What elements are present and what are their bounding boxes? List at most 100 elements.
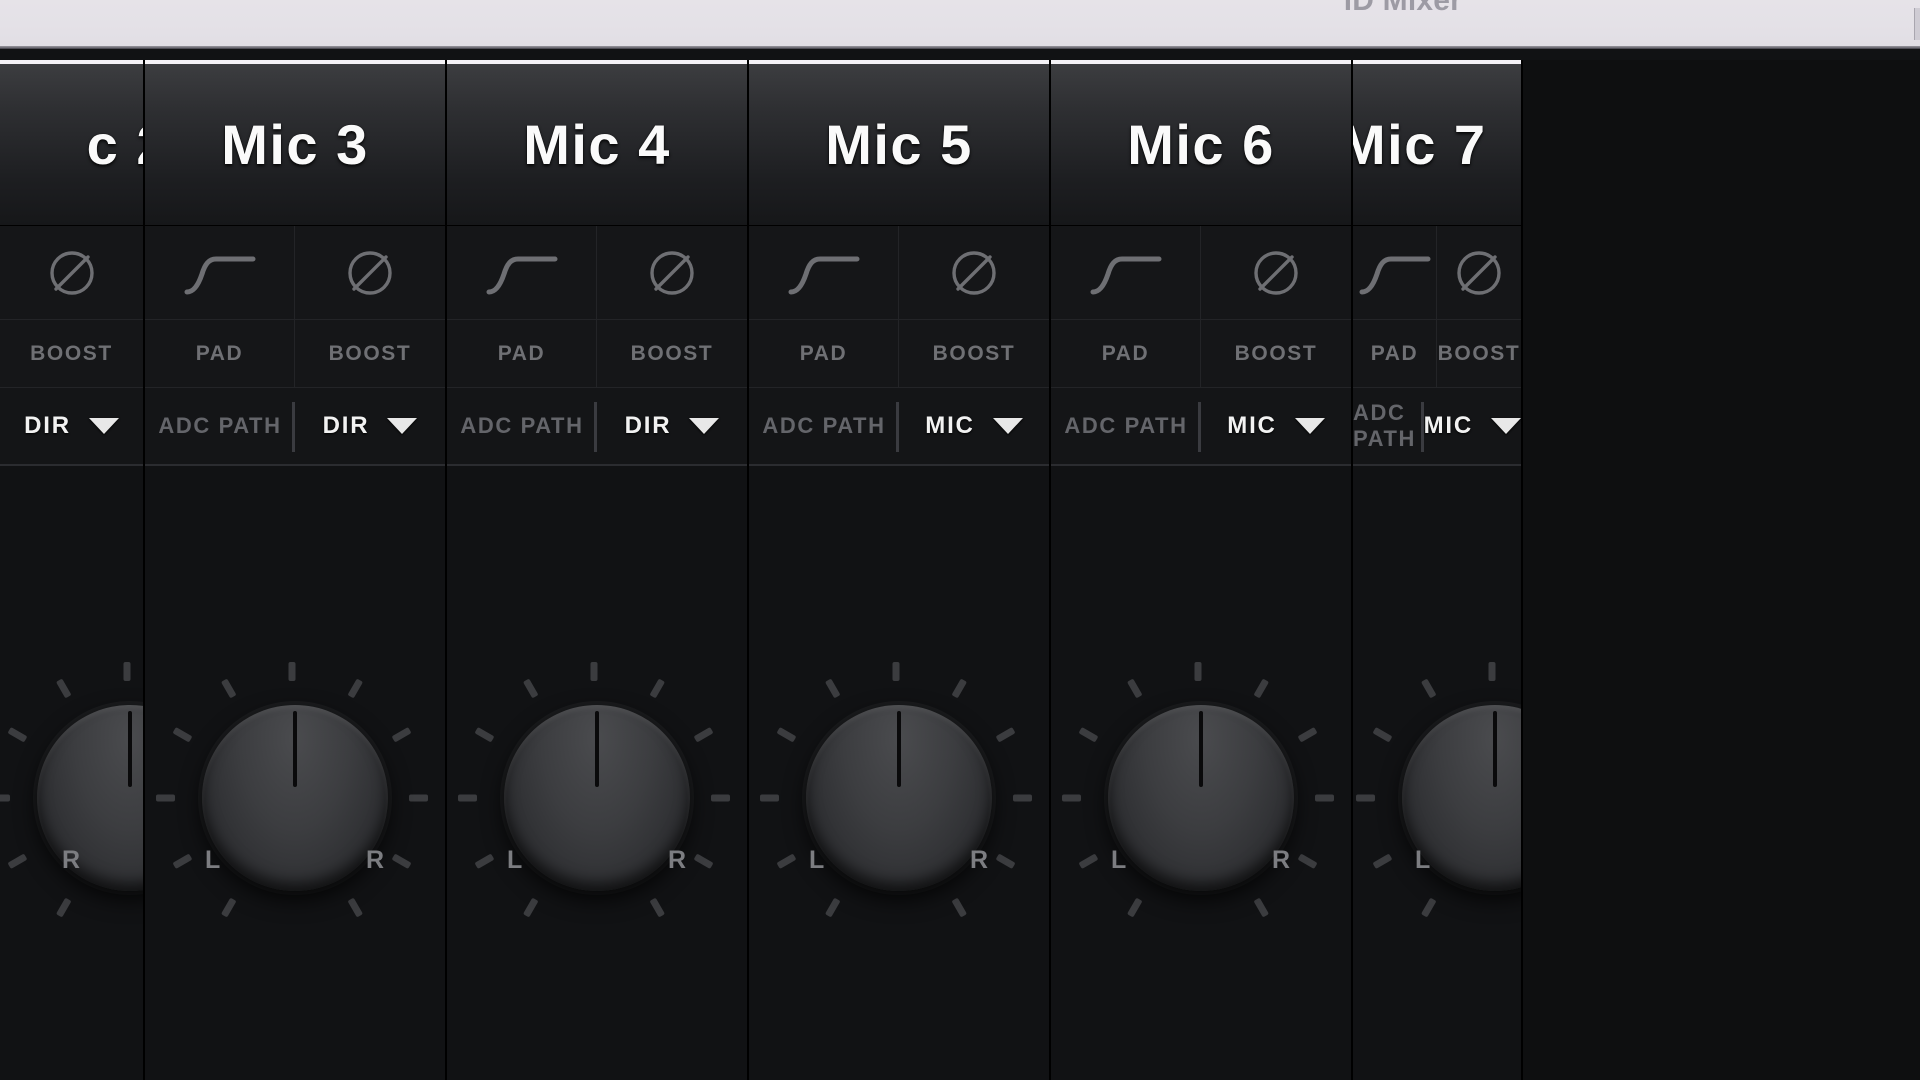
channel-header[interactable]: Mic 6: [1051, 64, 1351, 226]
channel-strip: Mic 7PADBOOSTADC PATHMICLR: [1353, 60, 1523, 1080]
channel-name-label: Mic 6: [1127, 113, 1275, 176]
hpf-button[interactable]: [447, 226, 597, 319]
window-titlebar: iD Mixer: [0, 0, 1920, 48]
pad-label: PAD: [1101, 341, 1150, 365]
pan-right-label: R: [667, 846, 687, 874]
boost-button[interactable]: BOOST: [1201, 320, 1351, 387]
pan-knob[interactable]: [1355, 662, 1521, 934]
source-select-dropdown[interactable]: MIC: [899, 388, 1049, 464]
pan-knob-body[interactable]: [806, 705, 992, 891]
high-pass-filter-icon: [788, 256, 859, 294]
boost-button[interactable]: BOOST: [1437, 320, 1521, 387]
source-value-label: MIC: [925, 412, 975, 439]
adc-path-label: ADC PATH: [158, 413, 282, 438]
pad-button[interactable]: PAD: [145, 320, 295, 387]
adc-path-label: ADC PATH: [460, 413, 584, 438]
source-value-label: DIR: [24, 412, 71, 439]
boost-label: BOOST: [30, 341, 113, 365]
titlebar-edge-nub: [1914, 8, 1920, 40]
hpf-button[interactable]: [1353, 226, 1437, 319]
chevron-down-icon[interactable]: [1294, 418, 1325, 434]
pan-knob-body[interactable]: [1108, 705, 1294, 891]
channel-header[interactable]: c 2: [0, 64, 143, 226]
channel-header[interactable]: Mic 3: [145, 64, 445, 226]
source-select-dropdown[interactable]: MIC: [1424, 388, 1521, 464]
phase-button[interactable]: [295, 226, 445, 319]
pan-knob-pointer: [1199, 711, 1203, 787]
pan-knob[interactable]: [457, 662, 733, 934]
phase-button[interactable]: [0, 226, 143, 319]
channel-strip: Mic 4 PAD BOOST ADC PATH DIR L R: [447, 60, 749, 1080]
adc-path-button[interactable]: ADC PATH: [749, 388, 899, 464]
channel-strip: Mic 3 PAD BOOST ADC PATH DIR L R: [145, 60, 447, 1080]
channel-source-row: ADC PATH DIR: [447, 388, 747, 466]
phase-button[interactable]: [899, 226, 1049, 319]
boost-button[interactable]: BOOST: [295, 320, 445, 387]
source-select-dropdown[interactable]: DIR: [295, 388, 445, 464]
pan-section: LR: [447, 466, 747, 1080]
channel-strip: Mic 5 PAD BOOST ADC PATH MIC L R: [749, 60, 1051, 1080]
chevron-down-icon[interactable]: [1491, 418, 1521, 434]
pan-knob[interactable]: [0, 662, 143, 934]
phase-invert-icon: [1254, 250, 1298, 295]
boost-button[interactable]: BOOST: [597, 320, 747, 387]
source-select-dropdown[interactable]: DIR: [597, 388, 747, 464]
high-pass-filter-icon: [184, 256, 255, 294]
pad-button[interactable]: PAD: [749, 320, 899, 387]
pan-knob-pointer: [897, 711, 901, 787]
phase-button[interactable]: [597, 226, 747, 319]
hpf-button[interactable]: [749, 226, 899, 319]
chevron-down-icon[interactable]: [992, 418, 1023, 434]
pan-left-label: L: [507, 846, 524, 874]
pad-button[interactable]: PAD: [447, 320, 597, 387]
channel-pad-boost-row: PAD BOOST: [1051, 320, 1351, 388]
boost-label: BOOST: [1234, 341, 1318, 365]
pad-button[interactable]: PAD: [1051, 320, 1201, 387]
channel-header[interactable]: Mic 4: [447, 64, 747, 226]
pad-button[interactable]: PAD: [1353, 320, 1437, 387]
pan-knob[interactable]: [155, 662, 431, 934]
pan-knob-pointer: [595, 711, 599, 787]
phase-button[interactable]: [1201, 226, 1351, 319]
channel-name-label: Mic 7: [1353, 113, 1487, 176]
channel-icon-row: [0, 226, 143, 320]
pan-section: LR: [749, 466, 1049, 1080]
hpf-button[interactable]: [1051, 226, 1201, 319]
channel-control-block: PAD BOOST ADC PATH MIC: [1353, 226, 1521, 466]
channel-control-block: PAD BOOST ADC PATH MIC: [1051, 226, 1351, 466]
pan-knob-pointer: [128, 711, 132, 787]
chevron-down-icon[interactable]: [387, 418, 418, 434]
phase-invert-icon: [348, 250, 392, 295]
pan-knob-body[interactable]: [202, 705, 388, 891]
pan-knob[interactable]: [1061, 662, 1337, 934]
pan-right-label: R: [969, 846, 989, 874]
channel-name-label: c 2: [86, 113, 143, 176]
pan-knob-body[interactable]: [504, 705, 690, 891]
adc-path-button[interactable]: ADC PATH: [447, 388, 597, 464]
adc-path-button[interactable]: ADC PATH: [145, 388, 295, 464]
channel-header[interactable]: Mic 5: [749, 64, 1049, 226]
chevron-down-icon[interactable]: [689, 418, 720, 434]
channel-header[interactable]: Mic 7: [1353, 64, 1521, 226]
channel-name-label: Mic 5: [825, 113, 973, 176]
phase-button[interactable]: [1437, 226, 1521, 319]
pad-label: PAD: [799, 341, 848, 365]
channel-icon-row: [145, 226, 445, 320]
pan-section: LR: [145, 466, 445, 1080]
pan-knob[interactable]: [759, 662, 1035, 934]
boost-button[interactable]: BOOST: [0, 320, 143, 387]
chevron-down-icon[interactable]: [88, 418, 119, 434]
adc-path-button[interactable]: ADC PATH: [1051, 388, 1201, 464]
channel-source-row: ADC PATH MIC: [749, 388, 1049, 466]
boost-button[interactable]: BOOST: [899, 320, 1049, 387]
source-value-label: DIR: [322, 412, 370, 439]
source-select-dropdown[interactable]: DIR: [0, 388, 143, 464]
adc-path-button[interactable]: ADC PATH: [1353, 388, 1424, 464]
pan-knob-pointer: [1493, 711, 1497, 787]
pan-knob-pointer: [293, 711, 297, 787]
channel-icon-row: [749, 226, 1049, 320]
high-pass-filter-icon: [1359, 256, 1430, 294]
phase-invert-icon: [49, 250, 94, 295]
hpf-button[interactable]: [145, 226, 295, 319]
source-select-dropdown[interactable]: MIC: [1201, 388, 1351, 464]
